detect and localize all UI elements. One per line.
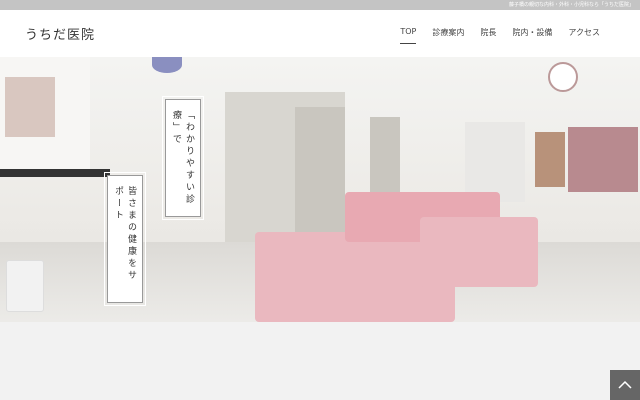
board — [568, 127, 638, 192]
board — [535, 132, 565, 187]
nav-top[interactable]: TOP — [400, 27, 417, 44]
counter — [0, 169, 110, 177]
nav-facilities[interactable]: 院内・設備 — [512, 27, 552, 44]
clock-icon — [152, 57, 182, 73]
nav-director[interactable]: 院長 — [480, 27, 496, 44]
door — [295, 107, 345, 237]
hero-image: 「わかりやすい診療」で 皆さまの健康をサポート — [0, 57, 640, 322]
catch-copy-2: 皆さまの健康をサポート — [104, 172, 146, 306]
tagline: 藤子橋の親切な内科・外科・小児科なら「うちだ医院」 — [508, 2, 634, 8]
main-nav: TOP 診療案内 院長 院内・設備 アクセス — [400, 27, 600, 44]
corridor — [465, 122, 525, 202]
top-bar: 藤子橋の親切な内科・外科・小児科なら「うちだ医院」 — [0, 0, 640, 10]
nav-access[interactable]: アクセス — [568, 27, 600, 44]
clock-icon — [548, 62, 578, 92]
scroll-top-button[interactable] — [610, 370, 640, 400]
nav-services[interactable]: 診療案内 — [432, 27, 464, 44]
sofa — [420, 217, 538, 287]
trash-bin — [6, 260, 44, 312]
chevron-up-icon — [618, 380, 632, 389]
catch-copy-1: 「わかりやすい診療」で — [162, 96, 204, 220]
header: うちだ医院 TOP 診療案内 院長 院内・設備 アクセス — [0, 10, 640, 57]
notice-board — [5, 77, 55, 137]
content-area — [0, 322, 640, 400]
site-logo[interactable]: うちだ医院 — [25, 24, 95, 43]
